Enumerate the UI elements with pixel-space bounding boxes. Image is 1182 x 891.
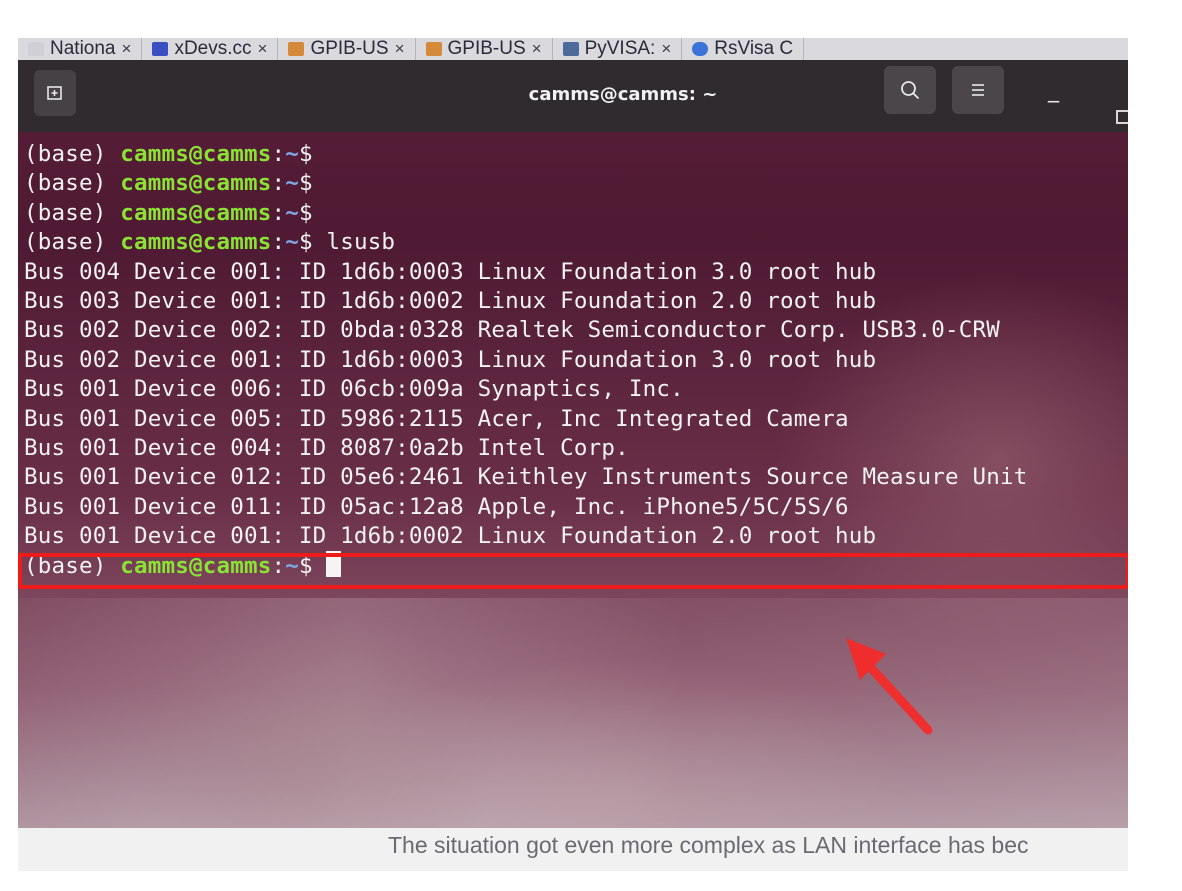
output-line: Bus 001 Device 005: ID 5986:2115 Acer, I… xyxy=(24,405,849,432)
search-icon xyxy=(901,81,920,100)
highlight-box xyxy=(18,553,1128,589)
minimize-button[interactable]: _ xyxy=(1048,78,1059,103)
close-tab-icon[interactable]: × xyxy=(395,39,405,59)
browser-tab[interactable]: RsVisa C xyxy=(682,38,805,60)
window-title: camms@camms: ~ xyxy=(528,84,718,105)
prompt-line: (base) camms@camms:~$ lsusb xyxy=(24,228,1124,257)
photo-of-screen: Nationa × xDevs.cc × GPIB-US × GPIB-US ×… xyxy=(18,38,1128,871)
prompt-user: camms@camms xyxy=(120,141,272,167)
terminal-output[interactable]: (base) camms@camms:~$ (base) camms@camms… xyxy=(18,140,1128,735)
prompt-dir: ~ xyxy=(285,199,299,226)
browser-tab[interactable]: PyVISA: × xyxy=(553,38,683,60)
close-tab-icon[interactable]: × xyxy=(532,39,542,59)
prompt-separator: : xyxy=(271,141,286,167)
prompt-line: (base) camms@camms:~$ xyxy=(24,140,1124,169)
prompt-user: camms@camms xyxy=(120,199,272,226)
command-text: lsusb xyxy=(312,229,396,256)
tab-favicon-icon xyxy=(425,42,442,56)
prompt-user: camms@camms xyxy=(120,170,272,197)
red-arrow-annotation xyxy=(846,638,933,735)
tab-favicon-icon xyxy=(562,42,579,56)
prompt-separator: : xyxy=(271,199,286,226)
output-line: Bus 001 Device 001: ID 1d6b:0002 Linux F… xyxy=(24,523,877,550)
maximize-button[interactable] xyxy=(1116,110,1128,124)
prompt-separator: : xyxy=(271,229,286,256)
prompt-symbol: $ xyxy=(298,141,313,167)
tab-label: RsVisa C xyxy=(714,38,794,59)
terminal-header-bar: camms@camms: ~ _ xyxy=(18,60,1128,132)
screen-glare xyxy=(18,598,1128,828)
conda-env: (base) xyxy=(24,199,121,226)
output-line-highlighted: Bus 001 Device 012: ID 05e6:2461 Keithle… xyxy=(24,464,1028,491)
prompt-line: (base) camms@camms:~$ xyxy=(24,169,1124,198)
tab-label: GPIB-US xyxy=(447,38,526,59)
output-line: Bus 001 Device 006: ID 06cb:009a Synapti… xyxy=(24,376,684,403)
prompt-symbol: $ xyxy=(298,229,313,256)
prompt-separator: : xyxy=(271,170,286,197)
tab-label: Nationa xyxy=(50,38,116,59)
close-tab-icon[interactable]: × xyxy=(661,39,671,59)
tab-favicon-icon xyxy=(152,42,169,56)
hamburger-menu-icon xyxy=(972,84,984,96)
output-line: Bus 004 Device 001: ID 1d6b:0003 Linux F… xyxy=(24,258,877,285)
tab-favicon-icon xyxy=(288,42,305,56)
conda-env: (base) xyxy=(24,141,121,167)
browser-tab-strip: Nationa × xDevs.cc × GPIB-US × GPIB-US ×… xyxy=(18,38,1128,60)
output-line: Bus 001 Device 004: ID 8087:0a2b Intel C… xyxy=(24,434,629,461)
tab-label: PyVISA: xyxy=(584,38,656,59)
output-line: Bus 002 Device 002: ID 0bda:0328 Realtek… xyxy=(24,317,1000,344)
browser-tab[interactable]: GPIB-US × xyxy=(278,38,416,60)
output-line: Bus 002 Device 001: ID 1d6b:0003 Linux F… xyxy=(24,346,877,373)
prompt-dir: ~ xyxy=(285,141,299,167)
tab-favicon-icon xyxy=(692,42,709,56)
output-line: Bus 001 Device 011: ID 05ac:12a8 Apple, … xyxy=(24,493,849,520)
tab-label: xDevs.cc xyxy=(174,38,252,59)
close-tab-icon[interactable]: × xyxy=(122,39,132,59)
conda-env: (base) xyxy=(24,170,121,197)
menu-button[interactable] xyxy=(952,66,1004,114)
prompt-symbol: $ xyxy=(298,170,313,197)
prompt-line: (base) camms@camms:~$ xyxy=(24,199,1124,228)
output-line: Bus 003 Device 001: ID 1d6b:0002 Linux F… xyxy=(24,287,877,314)
conda-env: (base) xyxy=(24,229,121,256)
tab-label: GPIB-US xyxy=(310,38,389,59)
tab-favicon-icon xyxy=(28,42,44,56)
browser-tab[interactable]: xDevs.cc × xyxy=(142,38,279,60)
close-tab-icon[interactable]: × xyxy=(258,39,268,59)
prompt-dir: ~ xyxy=(285,229,299,256)
search-button[interactable] xyxy=(884,66,936,114)
prompt-user: camms@camms xyxy=(120,229,272,256)
prompt-dir: ~ xyxy=(285,170,299,197)
background-page-text: The situation got even more complex as L… xyxy=(388,832,1029,858)
browser-tab[interactable]: Nationa × xyxy=(18,38,143,60)
browser-tab[interactable]: GPIB-US × xyxy=(416,38,553,60)
prompt-symbol: $ xyxy=(298,199,313,226)
